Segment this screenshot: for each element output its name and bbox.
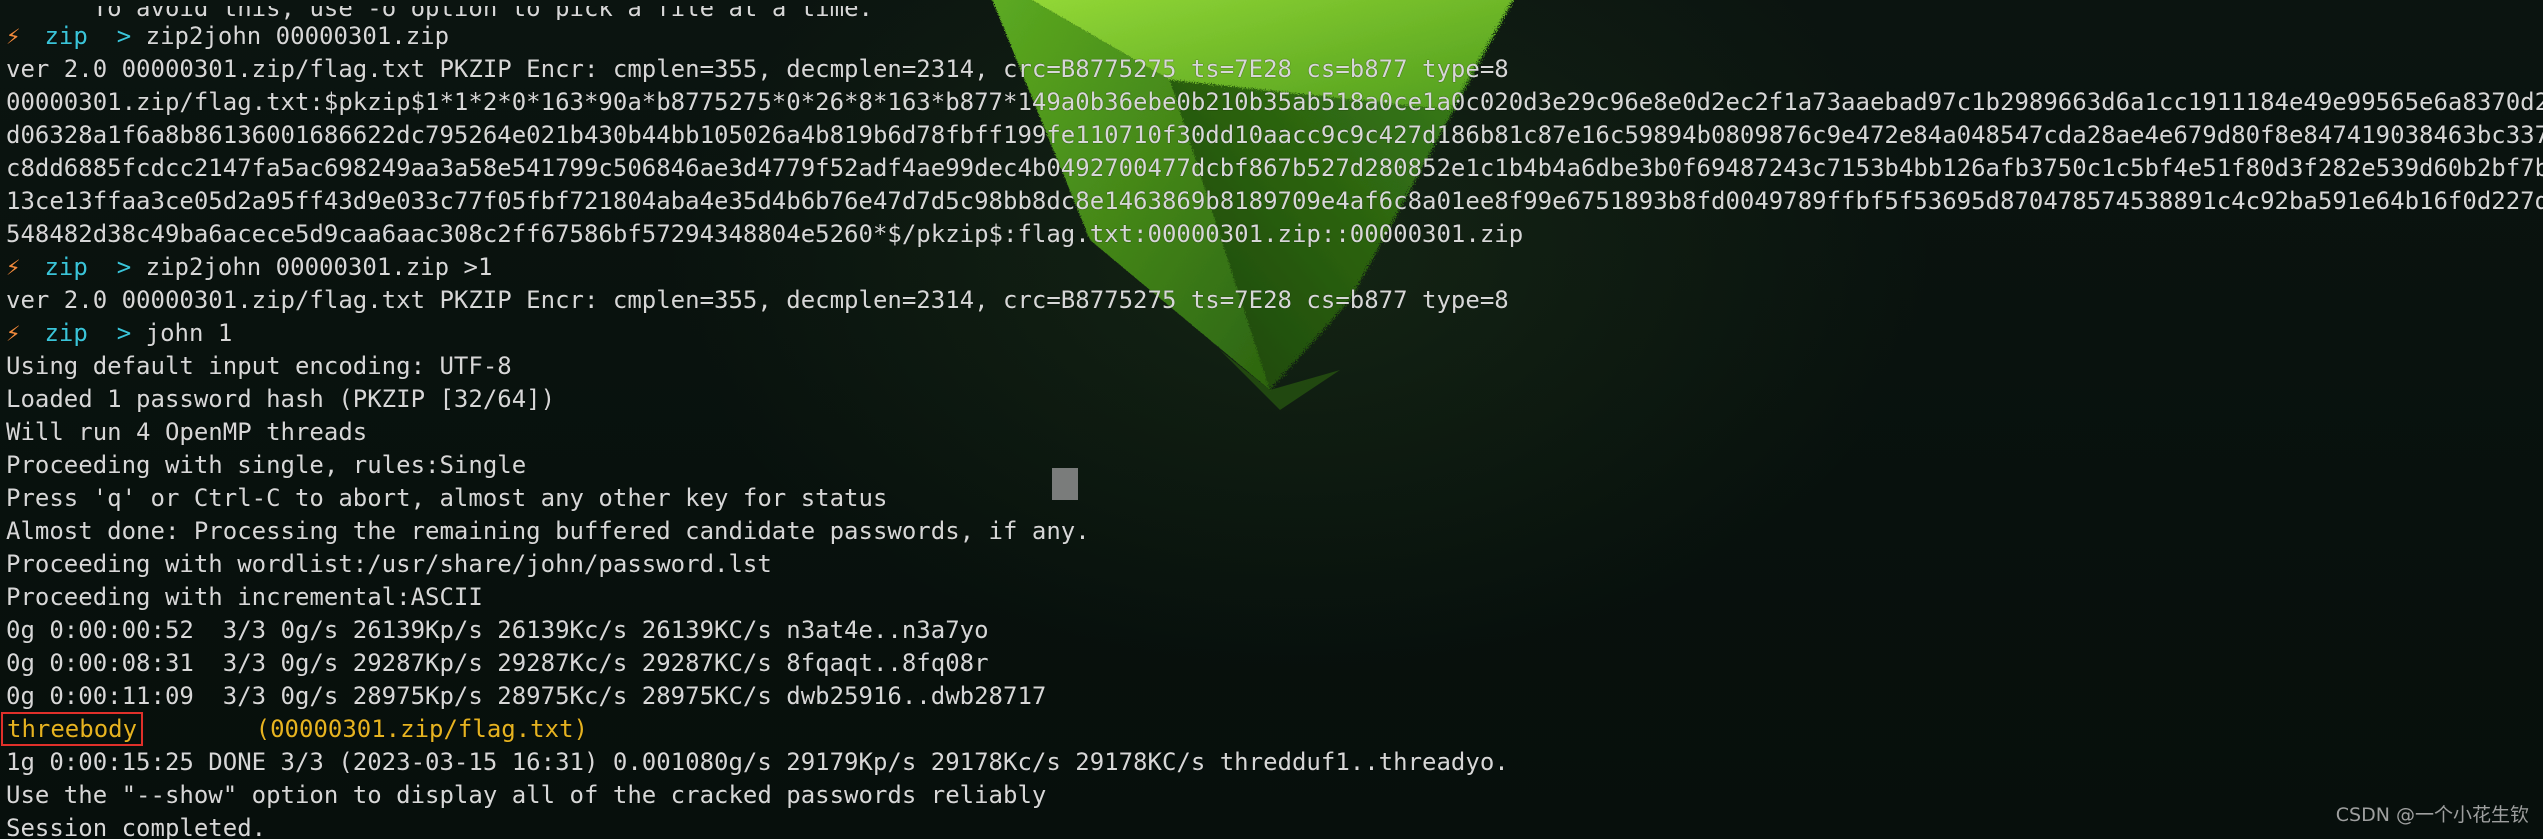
output-line: Proceeding with wordlist:/usr/share/john… (6, 550, 772, 578)
output-line: Use the "--show" option to display all o… (6, 781, 1047, 809)
output-line: Proceeding with incremental:ASCII (6, 583, 483, 611)
prompt-directory: zip (44, 253, 88, 281)
output-line: Almost done: Processing the remaining bu… (6, 517, 1090, 545)
output-line: ver 2.0 00000301.zip/flag.txt PKZIP Encr… (6, 286, 1509, 314)
prompt-directory: zip (44, 319, 88, 347)
output-line: 0g 0:00:00:52 3/3 0g/s 26139Kp/s 26139Kc… (6, 616, 989, 644)
output-line: Session completed. (6, 814, 267, 839)
prompt-line: ⚡ zip > john 1 (6, 317, 2543, 350)
terminal-window[interactable]: To avoid this, use -o option to pick a f… (0, 0, 2543, 839)
output-line: Press 'q' or Ctrl-C to abort, almost any… (6, 484, 888, 512)
bolt-icon: ⚡ (6, 22, 21, 50)
command-text: john 1 (145, 319, 233, 347)
cracked-password: threebody (0, 712, 144, 746)
terminal-line-partial: To avoid this, use -o option to pick a f… (6, 6, 2543, 20)
output-line: 13ce13ffaa3ce05d2a95ff43d9e033c77f05fbf7… (6, 187, 2543, 215)
bolt-icon: ⚡ (6, 253, 21, 281)
output-line: Loaded 1 password hash (PKZIP [32/64]) (6, 385, 556, 413)
cracked-password-line: threebody (00000301.zip/flag.txt) (0, 712, 2543, 746)
command-text: zip2john 00000301.zip >1 (145, 253, 493, 281)
output-line: 548482d38c49ba6acece5d9caa6aac308c2ff675… (6, 220, 1524, 248)
cracked-file-path: (00000301.zip/flag.txt) (255, 715, 588, 743)
output-line: 0g 0:00:08:31 3/3 0g/s 29287Kp/s 29287Kc… (6, 649, 989, 677)
terminal-cursor (1052, 468, 1078, 500)
output-line: 1g 0:00:15:25 DONE 3/3 (2023-03-15 16:31… (6, 748, 1509, 776)
output-line: ver 2.0 00000301.zip/flag.txt PKZIP Encr… (6, 55, 1509, 83)
prompt-line: ⚡ zip > zip2john 00000301.zip >1 (6, 251, 2543, 284)
output-line: Using default input encoding: UTF-8 (6, 352, 512, 380)
bolt-icon: ⚡ (6, 319, 21, 347)
line-text: To avoid this, use -o option to pick a f… (92, 6, 873, 20)
prompt-directory: zip (44, 22, 88, 50)
watermark: CSDN @一个小花生钦 (2335, 804, 2529, 826)
output-line: c8dd6885fcdcc2147fa5ac698249aa3a58e54179… (6, 154, 2543, 182)
output-line: Proceeding with single, rules:Single (6, 451, 527, 479)
prompt-line: ⚡ zip > zip2john 00000301.zip (6, 20, 2543, 53)
output-line: d06328a1f6a8b86136001686622dc795264e021b… (6, 121, 2543, 149)
output-line: 0g 0:00:11:09 3/3 0g/s 28975Kp/s 28975Kc… (6, 682, 1047, 710)
chevron-right-icon: > (116, 22, 132, 50)
chevron-right-icon: > (116, 319, 132, 347)
chevron-right-icon: > (116, 253, 132, 281)
output-line: 00000301.zip/flag.txt:$pkzip$1*1*2*0*163… (6, 88, 2543, 116)
terminal-output[interactable]: To avoid this, use -o option to pick a f… (0, 6, 2543, 839)
output-line: Will run 4 OpenMP threads (6, 418, 368, 446)
command-text: zip2john 00000301.zip (145, 22, 450, 50)
